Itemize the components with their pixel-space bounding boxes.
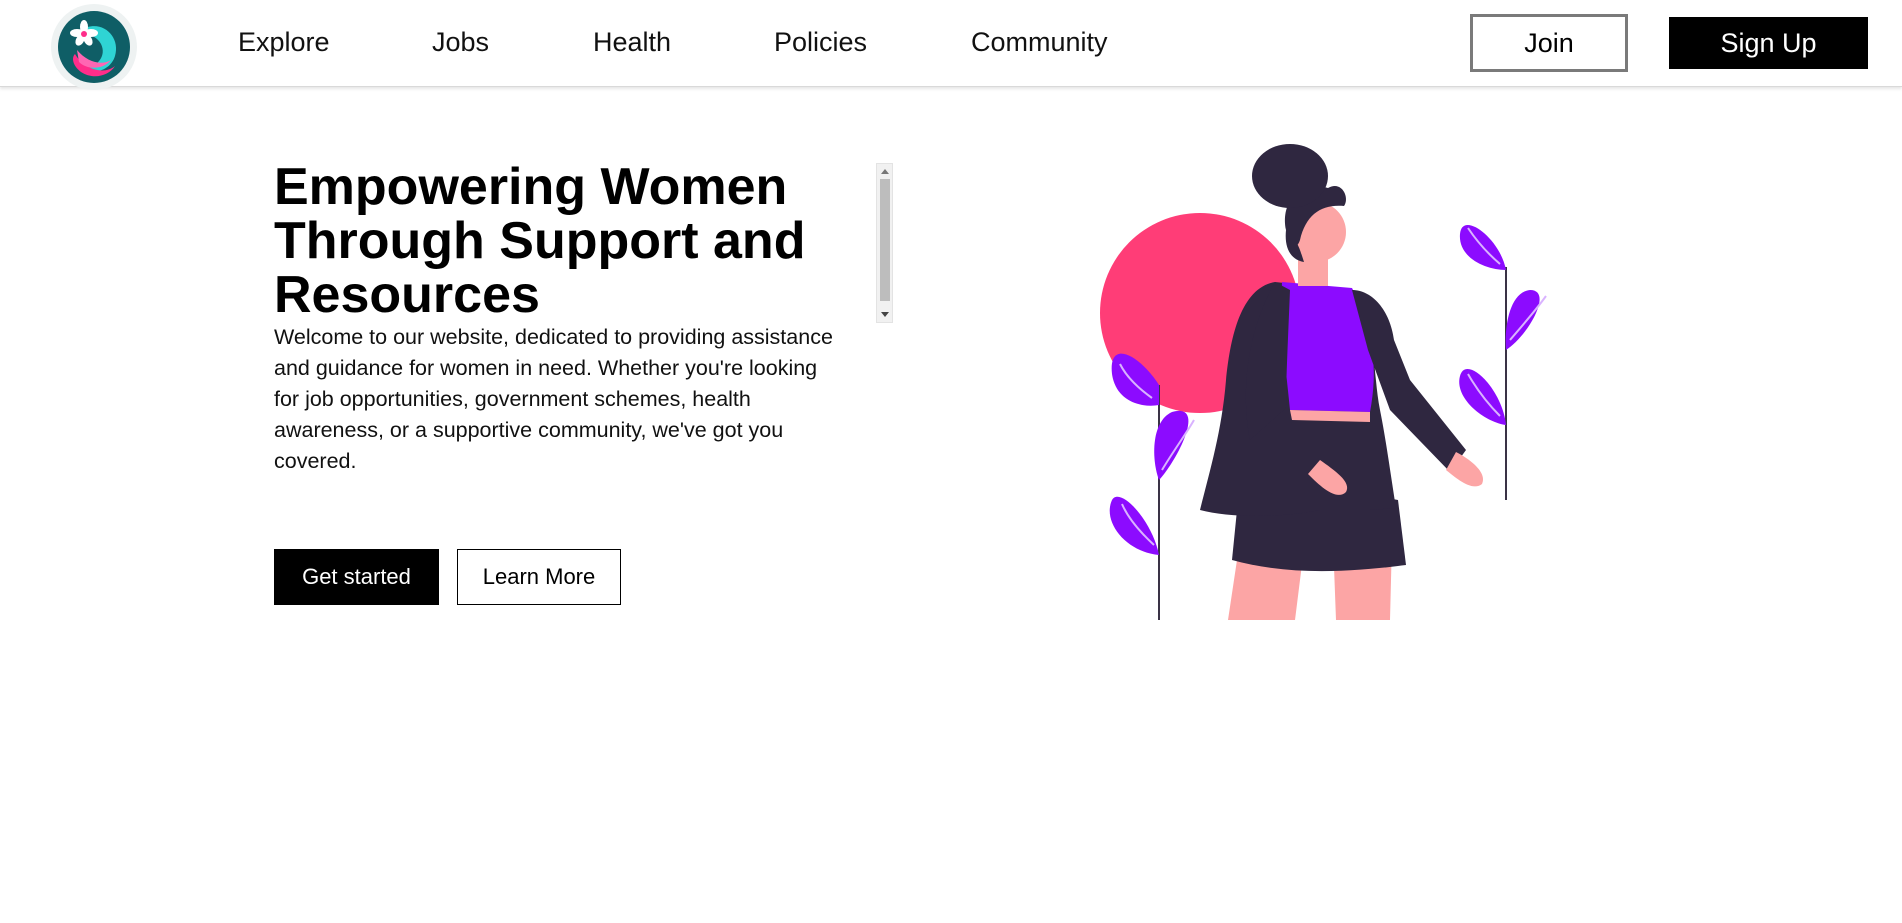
site-header: Explore Jobs Health Policies Community J… [0,0,1902,90]
scrollbar-thumb[interactable] [880,179,890,301]
join-button[interactable]: Join [1470,14,1628,72]
scroll-down-arrow-icon[interactable] [881,312,889,317]
nav-explore[interactable]: Explore [238,24,330,60]
woman-with-plants-illustration [1100,144,1547,620]
nav-community[interactable]: Community [971,24,1108,60]
woman-flower-logo-icon [58,11,130,83]
sign-up-button[interactable]: Sign Up [1669,17,1868,69]
logo[interactable] [51,4,137,90]
nav-health[interactable]: Health [593,24,671,60]
scroll-up-arrow-icon[interactable] [881,169,889,174]
nav-jobs[interactable]: Jobs [432,24,489,60]
hero-description: Welcome to our website, dedicated to pro… [274,325,833,473]
get-started-button[interactable]: Get started [274,549,439,605]
hero-title: Empowering Women Through Support and Res… [274,158,806,324]
learn-more-button[interactable]: Learn More [457,549,621,605]
title-scrollbar[interactable] [876,163,893,323]
nav-policies[interactable]: Policies [774,24,867,60]
